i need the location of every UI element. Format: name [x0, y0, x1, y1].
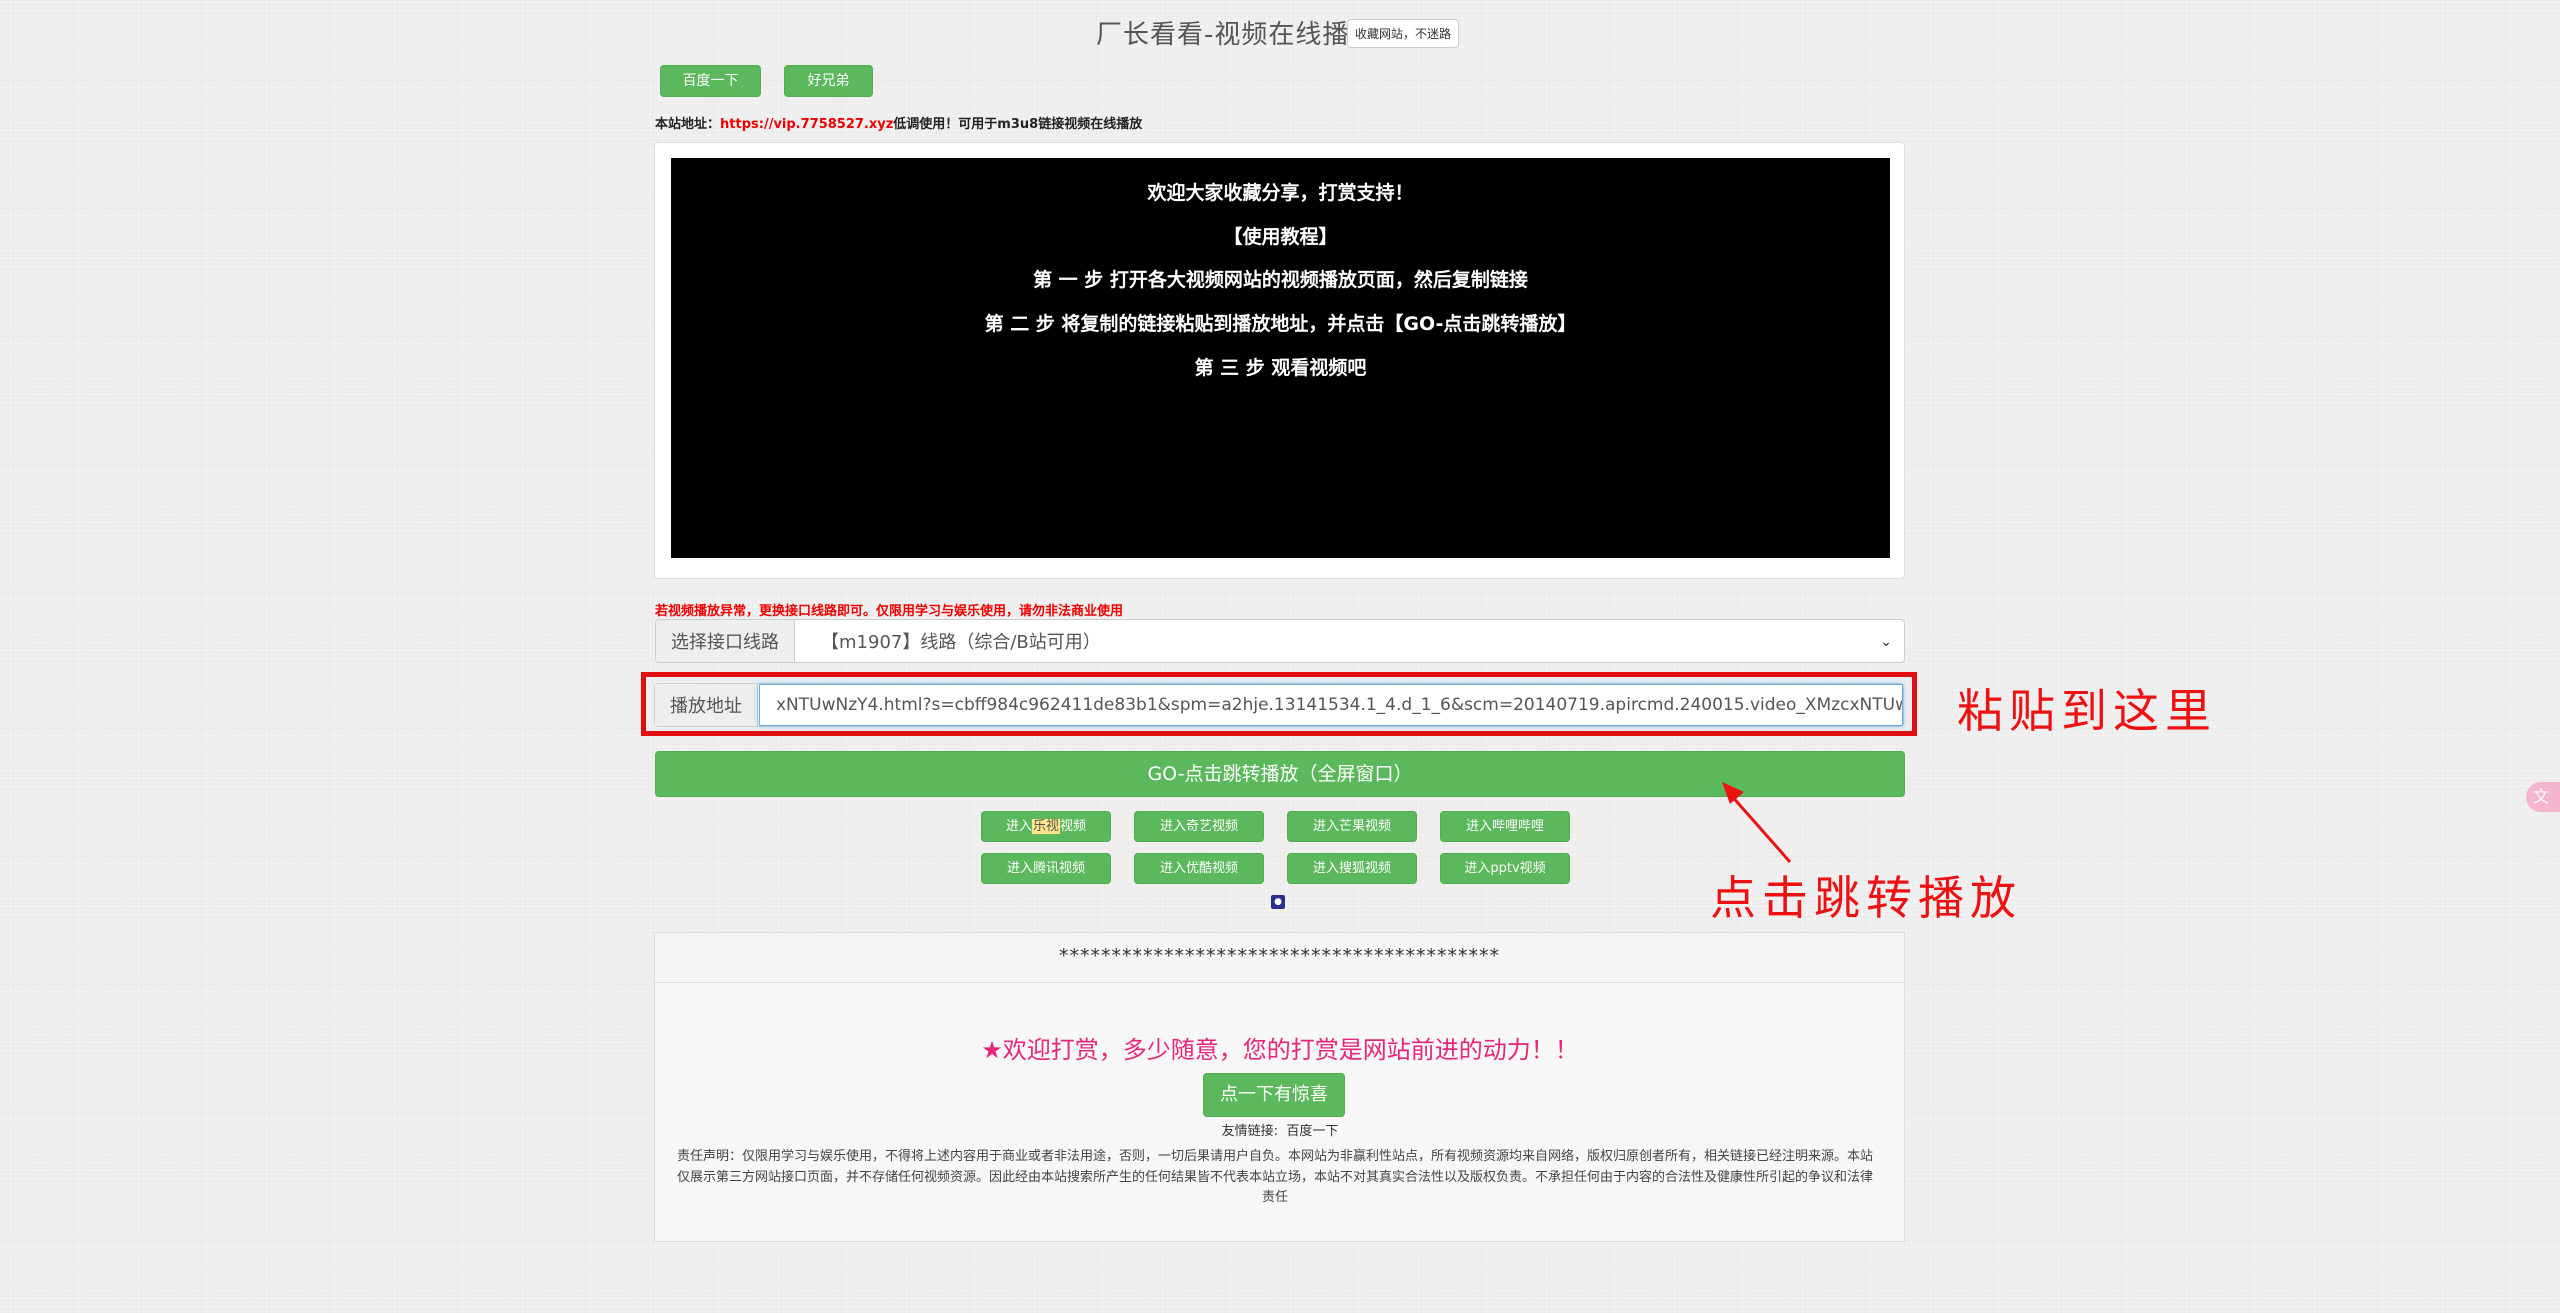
- friend-links-label: 友情链接:: [1221, 1124, 1279, 1139]
- bilibili-button[interactable]: 进入哔哩哔哩: [1440, 811, 1570, 842]
- annotation-click-to-play: 点击跳转播放: [1710, 871, 2022, 925]
- panel-header: ****************************************…: [655, 933, 1904, 983]
- mango-button[interactable]: 进入芒果视频: [1287, 811, 1417, 842]
- player-step-1: 第 一 步 打开各大视频网站的视频播放页面，然后复制链接: [1033, 269, 1528, 291]
- youku-button[interactable]: 进入优酷视频: [1134, 853, 1264, 884]
- counter-icon[interactable]: ●: [1271, 895, 1285, 909]
- line-select-label: 选择接口线路: [656, 620, 795, 662]
- site-address-note: 低调使用！可用于m3u8链接视频在线播放: [893, 117, 1143, 132]
- player-step-2: 第 二 步 将复制的链接粘贴到播放地址，并点击【GO-点击跳转播放】: [984, 313, 1577, 335]
- donate-text: ★欢迎打赏，多少随意，您的打赏是网站前进的动力！！: [981, 1036, 1579, 1064]
- line-select-value: 【m1907】线路（综合/B站可用）: [821, 632, 1101, 653]
- warning-text: 若视频播放异常，更换接口线路即可。仅限用学习与娱乐使用，请勿非法商业使用: [655, 604, 1124, 619]
- player-tutorial-heading: 【使用教程】: [1223, 226, 1338, 248]
- tencent-button[interactable]: 进入腾讯视频: [981, 853, 1111, 884]
- letv-button[interactable]: 进入乐视视频: [981, 811, 1111, 842]
- good-brother-button[interactable]: 好兄弟: [784, 65, 873, 97]
- line-select-group: 选择接口线路 【m1907】线路（综合/B站可用） ⌄: [655, 619, 1905, 663]
- site-address-label: 本站地址：: [655, 117, 721, 132]
- bookmark-badge[interactable]: 收藏网站，不迷路: [1347, 19, 1460, 48]
- disclaimer-text: 责任声明：仅限用学习与娱乐使用，不得将上述内容用于商业或者非法用途，否则，一切后…: [677, 1149, 1874, 1205]
- annotation-paste-here: 粘贴到这里: [1957, 684, 2217, 738]
- letv-highlight: 乐视: [1031, 819, 1060, 834]
- chevron-down-icon: ⌄: [1880, 634, 1892, 650]
- site-address-link[interactable]: https://vip.7758527.xyz: [720, 117, 893, 132]
- player-welcome-text: 欢迎大家收藏分享，打赏支持！: [1147, 182, 1414, 204]
- highlight-box: [641, 672, 1917, 736]
- friend-links: 友情链接: 百度一下: [655, 1120, 1905, 1139]
- page-title: 厂长看看-视频在线播放: [1096, 20, 1377, 50]
- iqiyi-button[interactable]: 进入奇艺视频: [1134, 811, 1264, 842]
- friend-link-baidu[interactable]: 百度一下: [1286, 1124, 1338, 1139]
- surprise-button[interactable]: 点一下有惊喜: [1203, 1073, 1345, 1117]
- line-select-dropdown[interactable]: 【m1907】线路（综合/B站可用） ⌄: [795, 620, 1904, 662]
- pptv-button[interactable]: 进入pptv视频: [1440, 853, 1570, 884]
- site-address: 本站地址：https://vip.7758527.xyz低调使用！可用于m3u8…: [655, 113, 1142, 132]
- translate-icon[interactable]: 文: [2526, 782, 2560, 812]
- player-step-3: 第 三 步 观看视频吧: [1194, 357, 1367, 379]
- baidu-button[interactable]: 百度一下: [660, 65, 761, 97]
- sohu-button[interactable]: 进入搜狐视频: [1287, 853, 1417, 884]
